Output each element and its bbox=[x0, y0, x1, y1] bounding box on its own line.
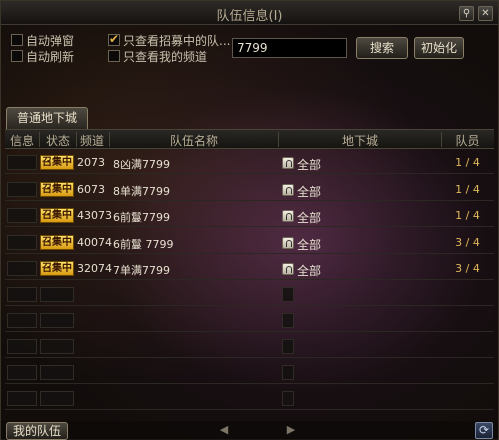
auto-refresh-label: 自动刷新 bbox=[26, 49, 75, 64]
empty-cell bbox=[282, 287, 294, 302]
channel-text: 2073 bbox=[77, 156, 105, 169]
empty-cell bbox=[40, 365, 74, 380]
status-badge: 召集中 bbox=[40, 182, 74, 197]
status-badge: 召集中 bbox=[40, 155, 74, 170]
table-header: 信息 状态 频道 队伍名称 地下城 队员 bbox=[5, 129, 494, 149]
table-row[interactable]: 召集中 6073 8单满7799 全部 1 / 4 bbox=[5, 179, 494, 201]
empty-cell bbox=[282, 365, 294, 380]
header-members[interactable]: 队员 bbox=[445, 132, 490, 149]
dungeon-icon bbox=[282, 237, 294, 249]
auto-popup-label: 自动弹窗 bbox=[26, 33, 75, 48]
dungeon-text: 全部 bbox=[297, 211, 322, 225]
next-page-icon[interactable]: ▶ bbox=[284, 423, 298, 437]
auto-popup-option[interactable]: 自动弹窗 bbox=[11, 32, 74, 48]
table-row[interactable]: 召集中 43073 6前鬘7799 全部 1 / 4 bbox=[5, 205, 494, 227]
only-recruiting-option[interactable]: 只查看招募中的队... bbox=[108, 32, 230, 48]
header-dungeon[interactable]: 地下城 bbox=[280, 132, 440, 149]
empty-cell bbox=[40, 287, 74, 302]
header-info[interactable]: 信息 bbox=[7, 132, 37, 149]
dungeon-text: 全部 bbox=[297, 264, 322, 278]
header-status[interactable]: 状态 bbox=[42, 132, 74, 149]
empty-cell bbox=[40, 391, 74, 406]
members-text: 1 / 4 bbox=[455, 209, 480, 222]
channel-text: 40074 bbox=[77, 236, 112, 249]
empty-table-row bbox=[5, 336, 494, 358]
status-badge: 召集中 bbox=[40, 208, 74, 223]
members-text: 1 / 4 bbox=[455, 156, 480, 169]
info-cell bbox=[7, 235, 37, 250]
empty-cell bbox=[7, 287, 37, 302]
empty-cell bbox=[282, 313, 294, 328]
auto-popup-checkbox[interactable] bbox=[11, 34, 23, 46]
empty-cell bbox=[282, 391, 294, 406]
empty-cell bbox=[40, 313, 74, 328]
dungeon-text: 全部 bbox=[297, 238, 322, 252]
title-bar[interactable]: 队伍信息(I) ⚲ ✕ bbox=[1, 1, 498, 25]
auto-refresh-checkbox[interactable] bbox=[11, 50, 23, 62]
members-text: 3 / 4 bbox=[455, 262, 480, 275]
team-name-text: 6前鬘 7799 bbox=[113, 238, 174, 251]
empty-table-row bbox=[5, 362, 494, 384]
prev-page-icon[interactable]: ◀ bbox=[217, 423, 231, 437]
header-divider bbox=[278, 132, 279, 147]
only-my-channel-checkbox[interactable] bbox=[108, 50, 120, 62]
team-info-window: 队伍信息(I) ⚲ ✕ 自动弹窗 自动刷新 只查看招募中的队... 只查看我的频… bbox=[0, 0, 499, 440]
header-divider bbox=[441, 132, 442, 147]
team-name-text: 6前鬘7799 bbox=[113, 211, 170, 224]
empty-cell bbox=[7, 365, 37, 380]
empty-table-row bbox=[5, 388, 494, 410]
empty-table-row bbox=[5, 284, 494, 306]
window-title: 队伍信息(I) bbox=[216, 9, 283, 24]
dungeon-text: 全部 bbox=[297, 185, 322, 199]
dungeon-text: 全部 bbox=[297, 158, 322, 172]
refresh-icon[interactable]: ⟳ bbox=[475, 422, 493, 439]
header-divider bbox=[39, 132, 40, 147]
dungeon-icon bbox=[282, 184, 294, 196]
info-cell bbox=[7, 155, 37, 170]
empty-cell bbox=[7, 313, 37, 328]
members-text: 1 / 4 bbox=[455, 183, 480, 196]
pin-icon[interactable]: ⚲ bbox=[459, 6, 474, 21]
only-my-channel-option[interactable]: 只查看我的频道 bbox=[108, 48, 207, 64]
dungeon-icon bbox=[282, 210, 294, 222]
tab-normal-dungeon[interactable]: 普通地下城 bbox=[6, 107, 88, 129]
status-badge: 召集中 bbox=[40, 235, 74, 250]
empty-table-row bbox=[5, 310, 494, 332]
dungeon-icon bbox=[282, 157, 294, 169]
members-text: 3 / 4 bbox=[455, 236, 480, 249]
team-name-text: 7单满7799 bbox=[113, 264, 170, 277]
header-divider bbox=[109, 132, 110, 147]
close-icon[interactable]: ✕ bbox=[478, 6, 493, 21]
info-cell bbox=[7, 261, 37, 276]
header-channel[interactable]: 频道 bbox=[77, 132, 107, 149]
only-my-channel-label: 只查看我的频道 bbox=[123, 49, 208, 64]
channel-text: 43073 bbox=[77, 209, 112, 222]
only-recruiting-checkbox[interactable] bbox=[108, 32, 120, 46]
search-button[interactable]: 搜索 bbox=[356, 37, 408, 59]
channel-text: 32074 bbox=[77, 262, 112, 275]
table-row[interactable]: 召集中 32074 7单满7799 全部 3 / 4 bbox=[5, 258, 494, 280]
table-row[interactable]: 召集中 2073 8凶满7799 全部 1 / 4 bbox=[5, 152, 494, 174]
only-recruiting-label: 只查看招募中的队... bbox=[123, 33, 231, 48]
team-name-text: 8凶满7799 bbox=[113, 158, 170, 171]
status-badge: 召集中 bbox=[40, 261, 74, 276]
search-input[interactable] bbox=[232, 38, 347, 58]
header-team-name[interactable]: 队伍名称 bbox=[111, 132, 277, 149]
empty-cell bbox=[40, 339, 74, 354]
dungeon-icon bbox=[282, 263, 294, 275]
info-cell bbox=[7, 208, 37, 223]
reset-button[interactable]: 初始化 bbox=[414, 37, 464, 59]
auto-refresh-option[interactable]: 自动刷新 bbox=[11, 48, 74, 64]
channel-text: 6073 bbox=[77, 183, 105, 196]
empty-cell bbox=[7, 391, 37, 406]
info-cell bbox=[7, 182, 37, 197]
team-name-text: 8单满7799 bbox=[113, 185, 170, 198]
table-row[interactable]: 召集中 40074 6前鬘 7799 全部 3 / 4 bbox=[5, 232, 494, 254]
empty-cell bbox=[7, 339, 37, 354]
footer-bar bbox=[1, 421, 498, 440]
my-team-button[interactable]: 我的队伍 bbox=[6, 422, 68, 440]
empty-cell bbox=[282, 339, 294, 354]
